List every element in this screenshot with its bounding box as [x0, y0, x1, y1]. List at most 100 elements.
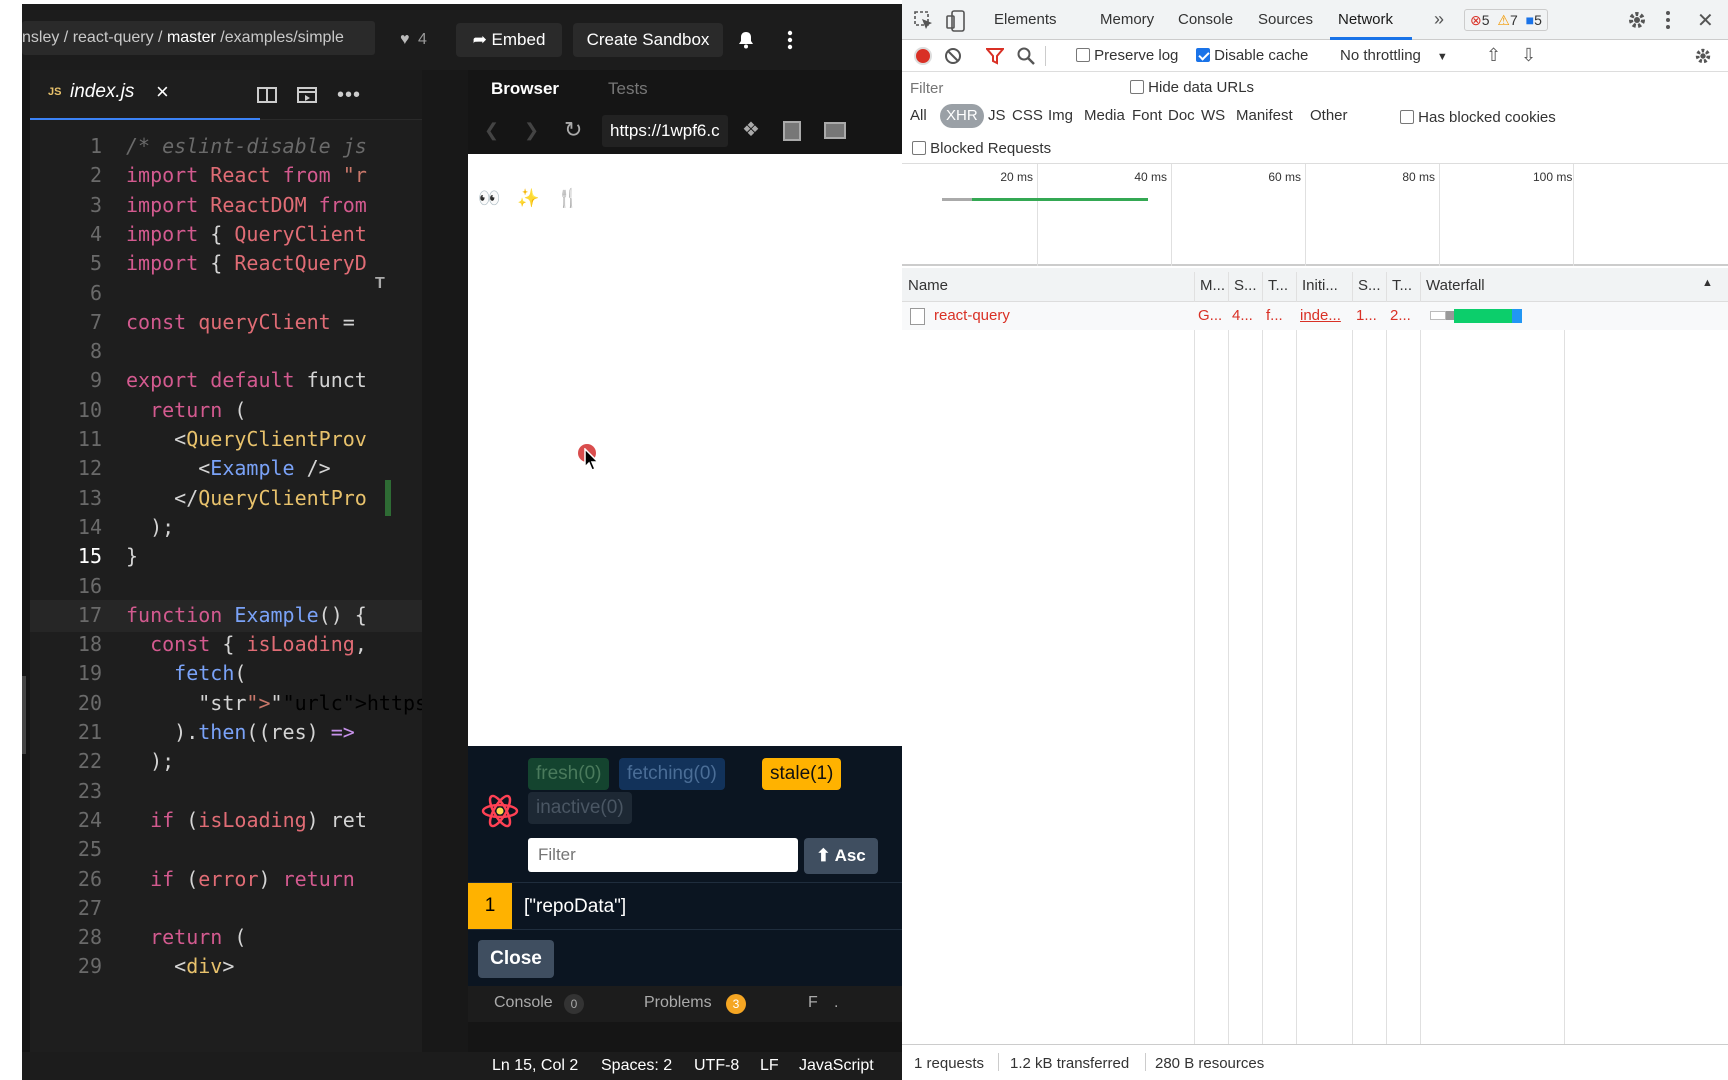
- preview-icon[interactable]: [290, 78, 324, 112]
- stale-badge[interactable]: stale(1): [762, 758, 842, 790]
- blocked-requests-checkbox[interactable]: Blocked Requests: [912, 140, 1051, 157]
- col-initiator[interactable]: Initi...: [1296, 272, 1352, 300]
- code-line[interactable]: 22 );: [30, 745, 422, 777]
- dependencies-icon[interactable]: ❖: [742, 117, 760, 142]
- console-tab[interactable]: Console: [494, 994, 553, 1012]
- reload-icon[interactable]: ↻: [564, 117, 582, 143]
- code-line[interactable]: 21 ).then((res) =>: [30, 716, 422, 748]
- indentation[interactable]: Spaces: 2: [601, 1057, 672, 1075]
- col-name[interactable]: Name: [902, 272, 1194, 300]
- code-line[interactable]: 28 return (: [30, 921, 422, 953]
- type-filter-js[interactable]: JS: [988, 104, 1006, 128]
- tab-tests[interactable]: Tests: [608, 79, 648, 99]
- preserve-log-box[interactable]: [1076, 48, 1090, 62]
- split-view-icon[interactable]: [250, 78, 284, 112]
- inspect-element-icon[interactable]: [914, 11, 934, 31]
- like-button[interactable]: ♥ 4: [400, 23, 427, 57]
- col-type[interactable]: T...: [1262, 272, 1296, 300]
- import-har-icon[interactable]: ⇧: [1486, 45, 1501, 66]
- sort-ascending-icon[interactable]: ▲: [1702, 277, 1713, 289]
- type-filter-manifest[interactable]: Manifest: [1236, 104, 1293, 128]
- devtools-tab-elements[interactable]: Elements: [994, 11, 1057, 28]
- code-line[interactable]: 19 fetch(: [30, 657, 422, 689]
- inactive-badge[interactable]: inactive(0): [528, 792, 632, 824]
- has-blocked-cookies-checkbox[interactable]: Has blocked cookies: [1400, 109, 1556, 126]
- code-line[interactable]: 24 if (isLoading) ret: [30, 804, 422, 836]
- request-name[interactable]: react-query: [930, 302, 1190, 330]
- blocked-cookies-box[interactable]: [1400, 110, 1414, 124]
- close-devtools-button[interactable]: Close: [478, 940, 554, 978]
- col-waterfall[interactable]: Waterfall: [1420, 272, 1650, 300]
- problems-tab[interactable]: Problems: [644, 994, 712, 1012]
- encoding[interactable]: UTF-8: [694, 1057, 739, 1075]
- embed-button[interactable]: ➦ Embed: [456, 23, 562, 57]
- code-line[interactable]: 5 import { ReactQueryD: [30, 247, 422, 279]
- devtools-tab-network[interactable]: Network: [1338, 11, 1393, 28]
- type-filter-css[interactable]: CSS: [1012, 104, 1043, 128]
- col-status[interactable]: S...: [1228, 272, 1262, 300]
- filter-icon[interactable]: [986, 47, 1004, 65]
- code-line[interactable]: 3 import ReactDOM from: [30, 189, 422, 221]
- type-filter-font[interactable]: Font: [1132, 104, 1162, 128]
- record-icon[interactable]: [914, 47, 932, 65]
- devtools-menu-icon[interactable]: [1665, 10, 1671, 30]
- code-line[interactable]: 20 "str">""urlc">https://api.g: [30, 687, 422, 719]
- col-method[interactable]: M...: [1194, 272, 1228, 300]
- line-ending[interactable]: LF: [760, 1057, 779, 1075]
- fresh-badge[interactable]: fresh(0): [528, 758, 610, 790]
- create-sandbox-button[interactable]: Create Sandbox: [573, 23, 723, 57]
- code-line[interactable]: 8: [30, 335, 422, 367]
- close-tab-icon[interactable]: ×: [156, 79, 169, 105]
- disable-cache-checkbox[interactable]: Disable cache: [1196, 47, 1308, 64]
- tab-browser[interactable]: Browser: [491, 79, 559, 99]
- forward-icon[interactable]: ❯: [524, 120, 539, 141]
- language-mode[interactable]: JavaScript: [799, 1057, 874, 1075]
- search-icon[interactable]: [1016, 46, 1036, 66]
- type-filter-doc[interactable]: Doc: [1168, 104, 1195, 128]
- code-line[interactable]: 15}: [30, 540, 422, 572]
- code-line[interactable]: 2 import React from "r: [30, 159, 422, 191]
- col-size[interactable]: S...: [1352, 272, 1386, 300]
- col-time[interactable]: T...: [1386, 272, 1420, 300]
- preview-frame[interactable]: 👀 ✨ 🍴: [468, 154, 902, 746]
- type-filter-img[interactable]: Img: [1048, 104, 1073, 128]
- code-line[interactable]: 7 const queryClient =: [30, 306, 422, 338]
- code-line[interactable]: 6: [30, 277, 422, 309]
- devtools-toggle-icon[interactable]: [824, 122, 846, 139]
- more-tab[interactable]: F: [808, 994, 818, 1012]
- editor-more-icon[interactable]: •••: [332, 78, 366, 112]
- code-line[interactable]: 14 );: [30, 511, 422, 543]
- sidebar-scrollbar[interactable]: [22, 676, 26, 754]
- devtools-tab-sources[interactable]: Sources: [1258, 11, 1313, 28]
- type-filter-all[interactable]: All: [910, 104, 927, 128]
- back-icon[interactable]: ❮: [484, 120, 499, 141]
- code-line[interactable]: 10 return (: [30, 394, 422, 426]
- fetching-badge[interactable]: fetching(0): [619, 758, 725, 790]
- code-line[interactable]: 13 </QueryClientPro: [30, 482, 422, 514]
- type-filter-xhr[interactable]: XHR: [940, 104, 984, 128]
- code-line[interactable]: 26 if (error) return: [30, 863, 422, 895]
- more-tabs-icon[interactable]: »: [1434, 9, 1444, 30]
- hide-data-urls-box[interactable]: [1130, 80, 1144, 94]
- clear-icon[interactable]: [944, 47, 962, 65]
- code-line[interactable]: 25: [30, 833, 422, 865]
- code-line[interactable]: 9 export default funct: [30, 364, 422, 396]
- network-settings-icon[interactable]: [1694, 47, 1712, 65]
- code-line[interactable]: 16: [30, 570, 422, 602]
- device-toolbar-icon[interactable]: [946, 10, 966, 32]
- code-line[interactable]: 4 import { QueryClient: [30, 218, 422, 250]
- settings-gear-icon[interactable]: [1627, 10, 1647, 30]
- url-bar[interactable]: https://1wpf6.c: [602, 115, 728, 147]
- blocked-requests-box[interactable]: [912, 141, 926, 155]
- disable-cache-box[interactable]: [1196, 48, 1210, 62]
- code-line[interactable]: 11 <QueryClientProv: [30, 423, 422, 455]
- overview-timeline[interactable]: 20 ms 40 ms 60 ms 80 ms 100 ms: [902, 164, 1728, 266]
- cursor-position[interactable]: Ln 15, Col 2: [492, 1057, 578, 1075]
- issues-counter[interactable]: ⊗5 ⚠7 ■5: [1464, 9, 1548, 31]
- query-filter-input[interactable]: [528, 838, 798, 872]
- code-line[interactable]: 1 /* eslint-disable js: [30, 130, 422, 162]
- devtools-tab-console[interactable]: Console: [1178, 11, 1233, 28]
- tab-overflow-icon[interactable]: .: [834, 994, 838, 1012]
- sort-asc-button[interactable]: ⬆ Asc: [804, 838, 878, 874]
- more-menu-icon[interactable]: [773, 23, 807, 57]
